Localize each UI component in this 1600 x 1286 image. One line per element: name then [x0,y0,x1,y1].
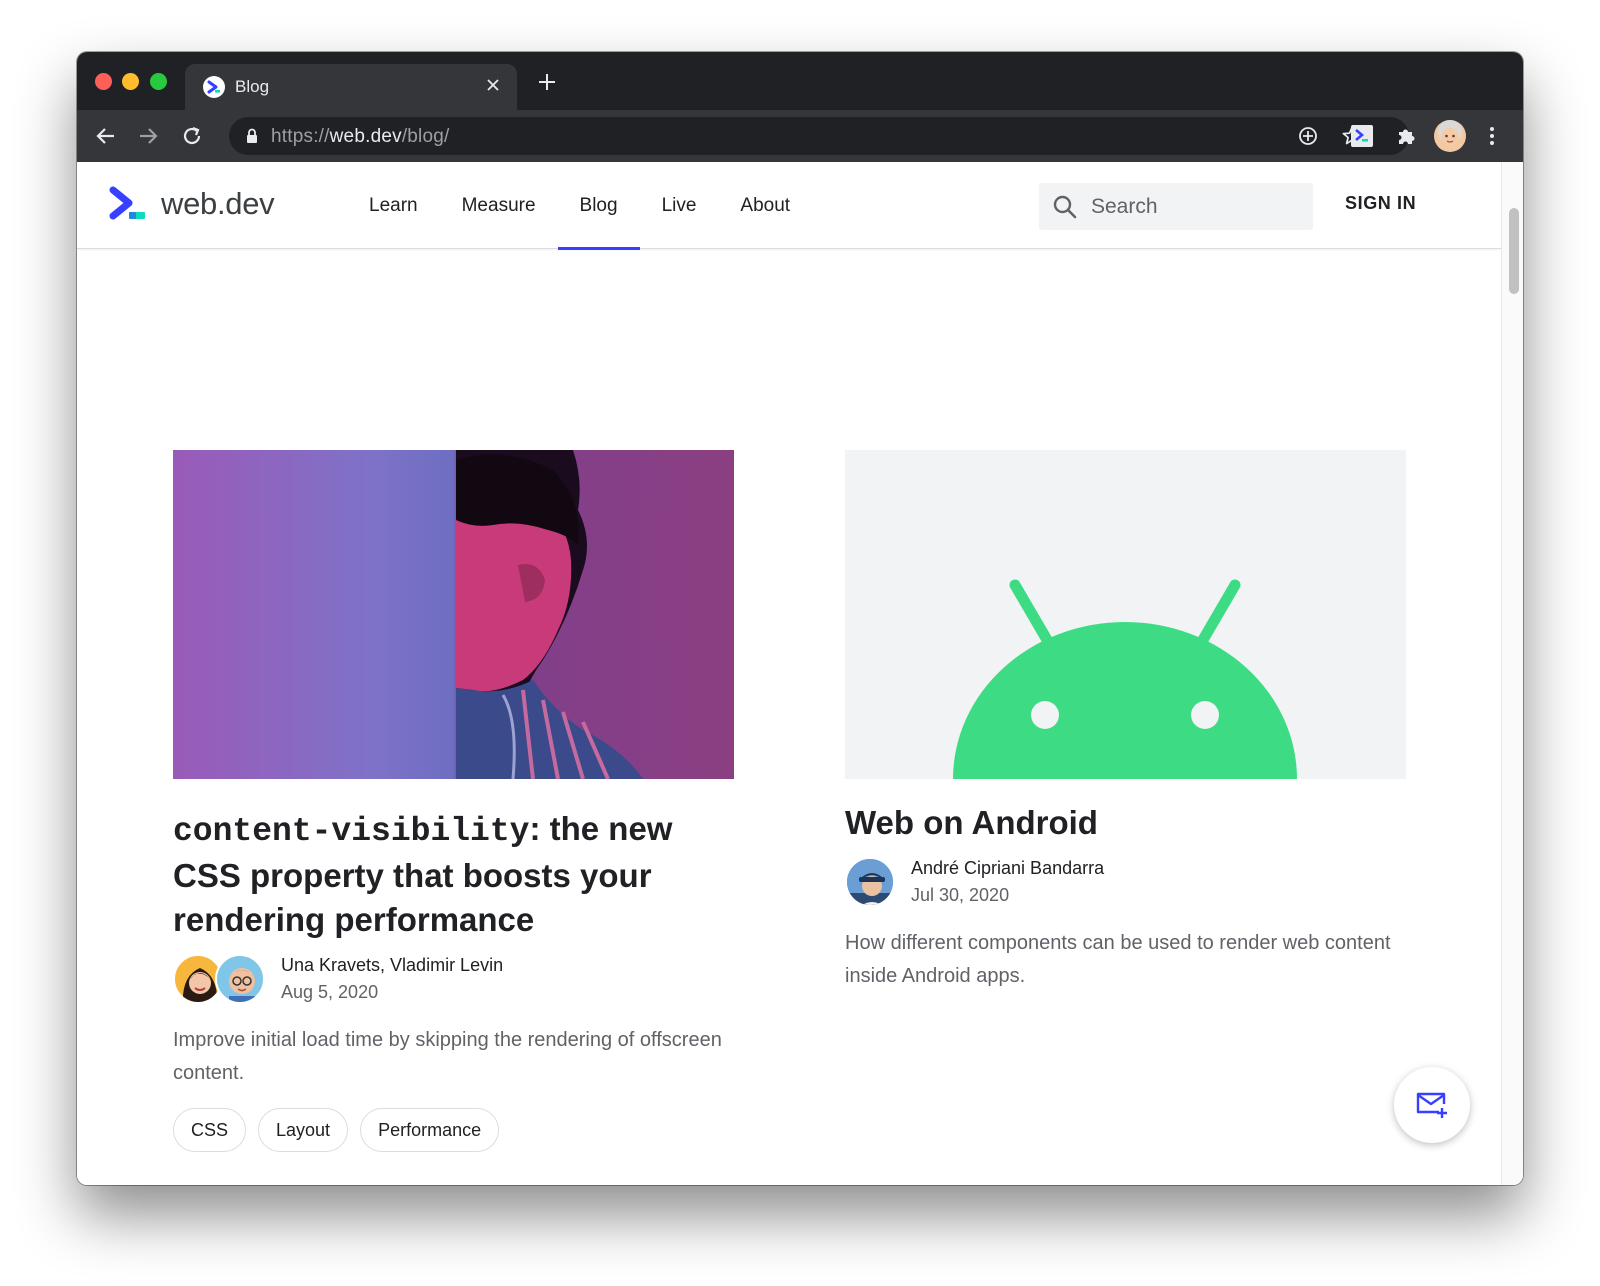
author-avatar-vladimir[interactable] [215,954,265,1004]
nav-blog[interactable]: Blog [557,162,640,250]
post-hero-image[interactable] [173,450,734,779]
post-card-web-on-android[interactable]: Web on Android André Cipriani Bandarra J… [845,450,1406,993]
install-app-icon[interactable] [1295,123,1321,149]
nav-measure[interactable]: Measure [440,162,558,249]
tag-chip-performance[interactable]: Performance [360,1108,500,1152]
post-byline: André Cipriani Bandarra Jul 30, 2020 [845,855,1406,909]
post-card-content-visibility[interactable]: content-visibility: the new CSS property… [173,450,734,1152]
webdev-favicon-icon [203,76,225,98]
post-hero-image[interactable] [845,450,1406,779]
mail-subscribe-icon [1416,1092,1447,1118]
post-authors[interactable]: Una Kravets, Vladimir Levin [281,952,503,979]
page-viewport: web.dev Learn Measure Blog Live About SI… [77,162,1523,1185]
post-title[interactable]: content-visibility: the new CSS property… [173,807,734,942]
search-icon [1052,194,1078,220]
post-summary: How different components can be used to … [845,932,1391,987]
tab-title: Blog [235,77,270,96]
tab-strip: Blog [77,52,1523,110]
nav-learn[interactable]: Learn [347,162,440,249]
subscribe-fab-button[interactable] [1394,1067,1470,1143]
forward-icon[interactable] [133,121,163,151]
webdev-extension-icon[interactable] [1347,121,1377,151]
close-window-button[interactable] [95,73,112,90]
page-scrollbar[interactable] [1501,162,1523,1185]
back-icon[interactable] [91,121,121,151]
tag-chip-layout[interactable]: Layout [258,1108,349,1152]
post-summary: Improve initial load time by skipping th… [173,1029,722,1084]
lock-icon[interactable] [243,127,261,145]
author-avatar-andre[interactable] [845,857,895,907]
post-title[interactable]: Web on Android [845,801,1406,845]
sign-in-button[interactable]: SIGN IN [1345,193,1416,214]
address-bar[interactable]: https://web.dev/blog/ [229,117,1409,155]
minimize-window-button[interactable] [122,73,139,90]
webdev-logo-icon [109,186,145,220]
post-authors[interactable]: André Cipriani Bandarra [911,855,1104,882]
post-byline: Una Kravets, Vladimir Levin Aug 5, 2020 [173,952,734,1006]
android-robot-icon [953,579,1297,779]
post-tags: CSS Layout Performance [173,1108,734,1152]
main-nav: Learn Measure Blog Live About [347,162,812,250]
search-input[interactable] [1091,183,1301,230]
tab-blog[interactable]: Blog [185,64,517,110]
profile-avatar[interactable] [1434,120,1466,152]
browser-menu-icon[interactable] [1477,121,1507,151]
scrollbar-thumb[interactable] [1509,208,1519,294]
site-header: web.dev Learn Measure Blog Live About SI… [77,162,1501,250]
extensions-puzzle-icon[interactable] [1391,121,1421,151]
tag-chip-css[interactable]: CSS [173,1108,247,1152]
url-text: https://web.dev/blog/ [271,126,450,147]
browser-window: Blog https://web.dev/blog/ web.dev Learn… [77,52,1523,1185]
site-logo[interactable]: web.dev [109,186,275,222]
zoom-window-button[interactable] [150,73,167,90]
browser-toolbar: https://web.dev/blog/ [77,110,1523,162]
new-tab-icon[interactable] [532,67,562,97]
reload-icon[interactable] [177,121,207,151]
nav-about[interactable]: About [718,162,812,249]
close-tab-icon[interactable] [481,73,505,97]
search-box[interactable] [1039,183,1313,230]
post-date: Aug 5, 2020 [281,982,379,1002]
nav-live[interactable]: Live [640,162,719,249]
post-date: Jul 30, 2020 [911,885,1010,905]
logo-text: web.dev [161,186,275,221]
